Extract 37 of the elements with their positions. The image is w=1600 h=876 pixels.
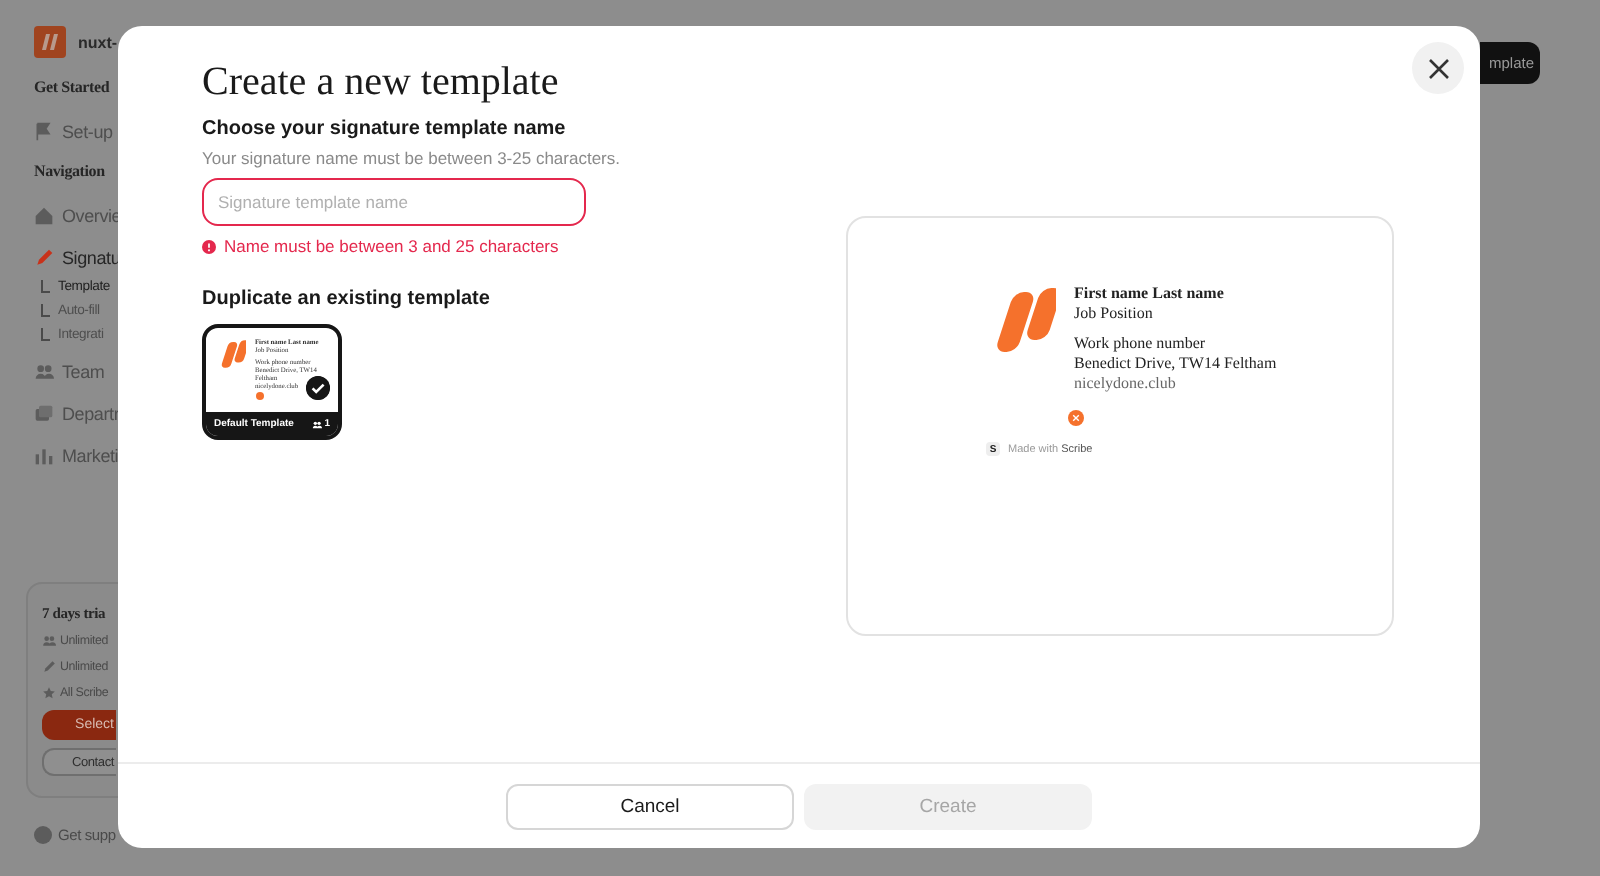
pencil-icon xyxy=(34,248,54,268)
sidebar-item[interactable]: Overvie xyxy=(62,206,122,226)
signature-position: Job Position xyxy=(1074,304,1155,324)
name-input-field[interactable]: Signature template name xyxy=(202,178,586,226)
section-heading: Navigation xyxy=(34,162,107,182)
people-icon xyxy=(312,419,323,429)
signature-website: nicelydone.club xyxy=(1074,374,1178,394)
signature-name: First name Last name xyxy=(1074,284,1226,304)
pencil-icon xyxy=(42,660,56,674)
sidebar-item[interactable]: Set-up xyxy=(62,122,113,142)
dialog-title: Create a new template xyxy=(202,60,561,104)
section-heading: Duplicate an existing template xyxy=(202,288,492,310)
helper-text: Your signature name must be between 3-25 characters. xyxy=(202,148,623,168)
brand-logo-icon xyxy=(216,338,247,370)
social-icon xyxy=(1068,410,1084,426)
signature-phone: Work phone number xyxy=(1074,334,1208,354)
close-button[interactable] xyxy=(1412,42,1464,94)
house-icon xyxy=(34,206,54,226)
workspace-name: nuxt- xyxy=(78,33,118,51)
error-icon xyxy=(202,239,216,253)
sidebar-item[interactable]: Team xyxy=(62,362,105,382)
social-icon xyxy=(256,392,264,400)
star-icon xyxy=(42,686,56,700)
checkmark-icon xyxy=(306,376,330,400)
cancel-button[interactable]: Cancel xyxy=(506,783,794,829)
app-logo-icon xyxy=(34,26,66,58)
section-heading: Choose your signature template name xyxy=(202,118,568,140)
stacked-cards-icon xyxy=(34,404,54,424)
people-icon xyxy=(34,362,54,382)
people-icon xyxy=(42,634,56,648)
signature-address: Benedict Drive, TW14 Feltham xyxy=(1074,354,1277,374)
sidebar-item[interactable]: Marketi xyxy=(62,446,119,466)
flag-icon xyxy=(34,122,54,142)
bar-chart-icon xyxy=(34,446,54,466)
sidebar-item[interactable]: Departr xyxy=(62,404,120,424)
error-message: Name must be between 3 and 25 characters xyxy=(224,236,559,256)
close-icon xyxy=(1427,57,1449,79)
